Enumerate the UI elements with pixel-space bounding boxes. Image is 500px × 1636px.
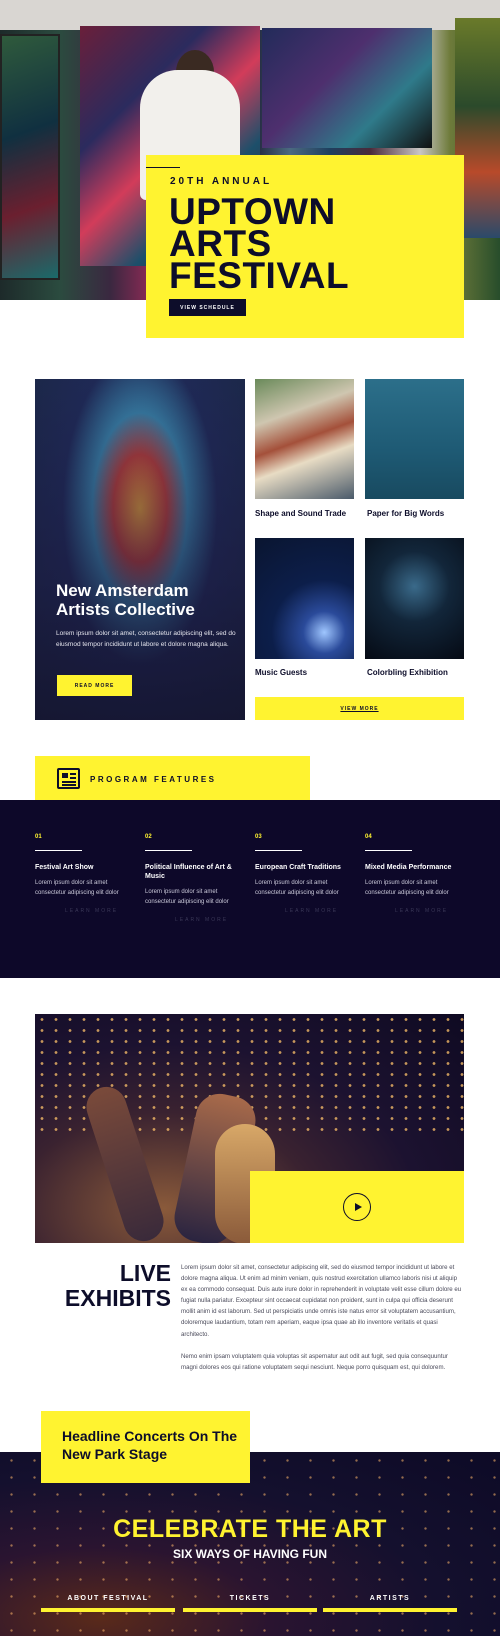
feature-item: 01 Festival Art Show Lorem ipsum dolor s…: [35, 834, 135, 914]
hero-artwork-right: [262, 28, 432, 148]
gallery-caption[interactable]: Colorbling Exhibition: [367, 668, 448, 677]
featured-artwork-text: Lorem ipsum dolor sit amet, consectetur …: [56, 630, 236, 648]
feature-number: 02: [145, 834, 152, 840]
feature-text: Lorem ipsum dolor sit amet consectetur a…: [35, 880, 119, 896]
hero-artwork-left: [0, 34, 60, 280]
play-button[interactable]: [343, 1193, 371, 1221]
nav-tickets[interactable]: TICKETS: [183, 1588, 317, 1612]
program-features-label: PROGRAM FEATURES: [90, 775, 217, 784]
nav-about-festival[interactable]: ABOUT FESTIVAL: [41, 1588, 175, 1612]
gallery-thumb-exhibition[interactable]: [365, 538, 464, 659]
featured-artwork-overlay: [35, 379, 245, 720]
hero-kicker: 20TH ANNUAL: [170, 176, 273, 187]
feature-item: 04 Mixed Media Performance Lorem ipsum d…: [365, 834, 465, 914]
feature-number: 03: [255, 834, 262, 840]
gallery-thumb-books[interactable]: [255, 379, 354, 499]
feature-title: Political Influence of Art & Music: [145, 864, 232, 880]
gallery-caption[interactable]: Music Guests: [255, 668, 307, 677]
gallery-thumb-paper[interactable]: [365, 379, 464, 499]
hero-title: UPTOWN ARTS FESTIVAL: [169, 191, 350, 296]
feature-rule: [145, 850, 192, 851]
celebrate-heading: CELEBRATE THE ART: [113, 1515, 387, 1543]
live-exhibits-paragraph: Nemo enim ipsam voluptatem quia voluptas…: [181, 1353, 448, 1372]
feature-number: 01: [35, 834, 42, 840]
feature-rule: [35, 850, 82, 851]
read-more-button[interactable]: READ MORE: [57, 675, 132, 696]
feature-learn-more-link[interactable]: LEARN MORE: [365, 908, 465, 914]
concerts-title: Headline Concerts On The New Park Stage: [62, 1428, 238, 1462]
feature-rule: [255, 850, 302, 851]
feature-text: Lorem ipsum dolor sit amet consectetur a…: [145, 889, 229, 905]
feature-title: Mixed Media Performance: [365, 864, 452, 871]
gallery-thumb-music[interactable]: [255, 538, 354, 659]
feature-title: Festival Art Show: [35, 864, 94, 871]
play-icon: [354, 1203, 362, 1211]
live-exhibits-title: LIVE EXHIBITS: [64, 1260, 171, 1311]
newspaper-icon: [57, 768, 80, 789]
gallery-caption[interactable]: Shape and Sound Trade: [255, 509, 346, 518]
featured-artwork-title: New Amsterdam Artists Collective: [56, 581, 195, 619]
feature-text: Lorem ipsum dolor sit amet consectetur a…: [365, 880, 449, 896]
live-exhibits-paragraph: Lorem ipsum dolor sit amet, consectetur …: [181, 1264, 462, 1338]
view-schedule-button[interactable]: VIEW SCHEDULE: [169, 299, 246, 316]
feature-text: Lorem ipsum dolor sit amet consectetur a…: [255, 880, 339, 896]
feature-learn-more-link[interactable]: LEARN MORE: [145, 917, 245, 923]
view-more-button[interactable]: VIEW MORE: [255, 697, 464, 720]
nav-artists[interactable]: ARTISTS: [323, 1588, 457, 1612]
feature-learn-more-link[interactable]: LEARN MORE: [35, 908, 135, 914]
feature-rule: [365, 850, 412, 851]
feature-item: 03 European Craft Traditions Lorem ipsum…: [255, 834, 355, 914]
feature-learn-more-link[interactable]: LEARN MORE: [255, 908, 355, 914]
feature-title: European Craft Traditions: [255, 864, 341, 871]
feature-number: 04: [365, 834, 372, 840]
celebrate-subtitle: SIX WAYS OF HAVING FUN: [172, 1547, 328, 1561]
hero-accent-line: [146, 167, 180, 168]
featured-artwork-card[interactable]: New Amsterdam Artists Collective Lorem i…: [35, 379, 245, 720]
feature-item: 02 Political Influence of Art & Music Lo…: [145, 834, 245, 923]
gallery-caption[interactable]: Paper for Big Words: [367, 509, 444, 518]
